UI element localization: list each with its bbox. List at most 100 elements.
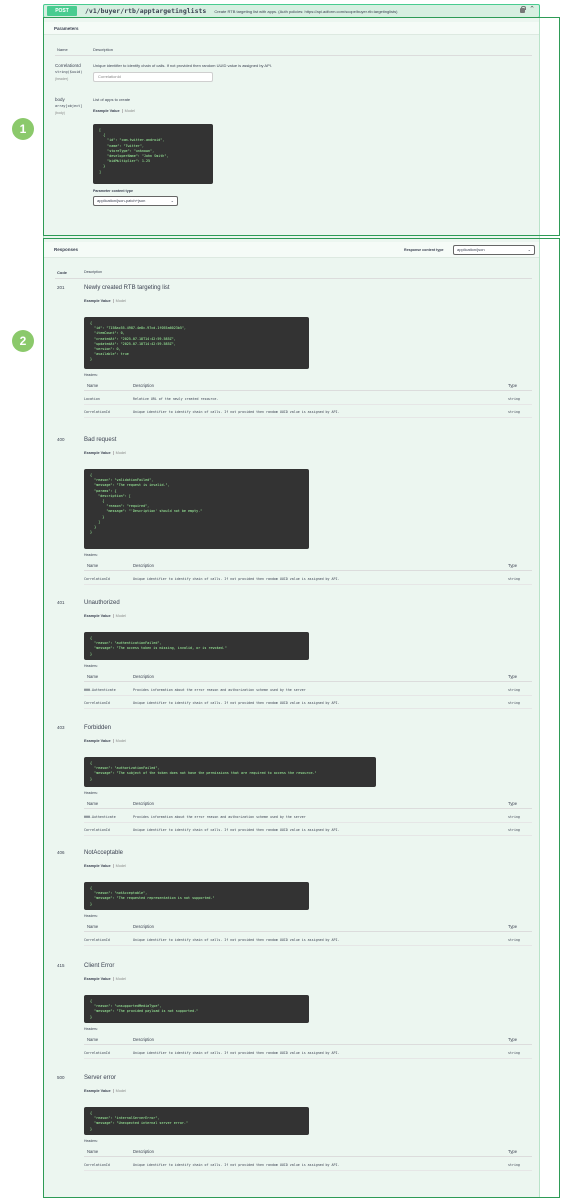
- header-description: Provides information about the error rea…: [133, 688, 306, 692]
- response-code: 406: [57, 850, 65, 855]
- response-example-code: { "reason": "authenticationFailed", "mes…: [84, 632, 309, 660]
- header-type: string: [508, 1051, 520, 1055]
- header-col-name: Name: [87, 563, 99, 568]
- param-name: body: [55, 97, 65, 102]
- example-tabs[interactable]: Example Value Model: [84, 299, 126, 303]
- model-tab[interactable]: Model: [112, 864, 126, 868]
- divider: [84, 835, 532, 836]
- example-tabs[interactable]: Example Value Model: [84, 864, 126, 868]
- example-value-tab[interactable]: Example Value: [84, 451, 111, 455]
- response-example-code: { "reason": "notAcceptable", "message": …: [84, 882, 309, 910]
- lock-icon[interactable]: [520, 6, 526, 13]
- model-tab[interactable]: Model: [112, 1089, 126, 1093]
- example-value-tab[interactable]: Example Value: [84, 614, 111, 618]
- operation-header[interactable]: POST /v1/buyer/rtb/apptargetinglists Cre…: [43, 4, 540, 18]
- example-tabs[interactable]: Example Value Model: [84, 451, 126, 455]
- header-type: string: [508, 410, 520, 414]
- response-example-code: { "id": "7158ac55-4987-4e8c-97cd-1f055a6…: [84, 317, 309, 369]
- divider: [84, 695, 532, 696]
- response-code: 500: [57, 1075, 65, 1080]
- chevron-up-icon[interactable]: ⌃: [529, 6, 535, 13]
- example-value-tab[interactable]: Example Value: [84, 739, 111, 743]
- param-description: Unique identifier to identify chain of c…: [93, 63, 272, 68]
- header-col-name: Name: [87, 1149, 99, 1154]
- param-content-type-label: Parameter content type: [93, 189, 133, 193]
- response-description: Server error: [84, 1075, 117, 1081]
- param-content-type-select[interactable]: application/json-patch+json ⌄: [93, 196, 178, 206]
- divider: [55, 278, 532, 279]
- header-description: Unique identifier to identify chain of c…: [133, 701, 340, 705]
- model-tab[interactable]: Model: [121, 109, 135, 113]
- param-type: string($uuid): [55, 70, 83, 74]
- header-name: Location: [84, 397, 100, 401]
- header-col-description: Description: [133, 924, 154, 929]
- headers-label: Headers:: [84, 553, 98, 557]
- parameters-header: Parameters: [44, 22, 539, 35]
- response-content-type-select[interactable]: application/json ⌄: [453, 245, 535, 255]
- header-col-description: Description: [133, 1149, 154, 1154]
- divider: [84, 570, 532, 571]
- header-col-description: Description: [133, 1037, 154, 1042]
- header-col-description: Description: [133, 383, 154, 388]
- param-in: (header): [55, 77, 69, 81]
- divider: [84, 417, 532, 418]
- responses-title: Responses: [54, 247, 79, 252]
- method-badge: POST: [47, 6, 77, 16]
- endpoint-summary: Create RTB targeting list with apps. (Au…: [214, 8, 398, 14]
- header-description: Unique identifier to identify chain of c…: [133, 410, 340, 414]
- response-description: Client Error: [84, 963, 115, 969]
- example-value-tab[interactable]: Example Value: [84, 864, 111, 868]
- response-example-code: { "reason": "authorizationFailed", "mess…: [84, 757, 376, 787]
- example-tabs[interactable]: Example Value Model: [93, 109, 135, 113]
- header-description: Provides information about the error rea…: [133, 815, 306, 819]
- header-type: string: [508, 828, 520, 832]
- header-col-type: Type: [508, 1037, 518, 1042]
- headers-label: Headers:: [84, 914, 98, 918]
- response-content-type-label: Response content type: [404, 248, 444, 252]
- header-name: CorrelationId: [84, 577, 110, 581]
- header-type: string: [508, 397, 520, 401]
- example-value-tab[interactable]: Example Value: [84, 299, 111, 303]
- example-tabs[interactable]: Example Value Model: [84, 614, 126, 618]
- model-tab[interactable]: Model: [112, 614, 126, 618]
- model-tab[interactable]: Model: [112, 451, 126, 455]
- example-value-tab[interactable]: Example Value: [84, 977, 111, 981]
- header-description: Unique identifier to identify chain of c…: [133, 1163, 340, 1167]
- response-code: 401: [57, 600, 65, 605]
- header-col-description: Description: [133, 674, 154, 679]
- header-description: Unique identifier to identify chain of c…: [133, 1051, 340, 1055]
- header-name: CorrelationId: [84, 828, 110, 832]
- example-value-tab[interactable]: Example Value: [84, 1089, 111, 1093]
- model-tab[interactable]: Model: [112, 299, 126, 303]
- header-name: CorrelationId: [84, 410, 110, 414]
- badge-2: 2: [12, 330, 34, 352]
- headers-label: Headers:: [84, 791, 98, 795]
- divider: [84, 584, 532, 585]
- headers-label: Headers:: [84, 1027, 98, 1031]
- param-in: (body): [55, 111, 65, 115]
- divider: [84, 404, 532, 405]
- divider: [84, 708, 532, 709]
- example-tabs[interactable]: Example Value Model: [84, 977, 126, 981]
- divider: [84, 1170, 532, 1171]
- example-tabs[interactable]: Example Value Model: [84, 1089, 126, 1093]
- header-col-type: Type: [508, 801, 518, 806]
- divider: [84, 1156, 532, 1157]
- divider: [84, 1044, 532, 1045]
- header-description: Relative URL of the newly created resour…: [133, 397, 219, 401]
- response-description: Unauthorized: [84, 600, 120, 606]
- header-col-name: Name: [87, 1037, 99, 1042]
- header-col-type: Type: [508, 674, 518, 679]
- header-name: CorrelationId: [84, 701, 110, 705]
- header-col-name: Name: [87, 383, 99, 388]
- correlation-id-input[interactable]: CorrelationId: [93, 72, 213, 82]
- example-value-tab[interactable]: Example Value: [93, 109, 120, 113]
- model-tab[interactable]: Model: [112, 977, 126, 981]
- header-description: Unique identifier to identify chain of c…: [133, 938, 340, 942]
- divider: [55, 55, 532, 56]
- model-tab[interactable]: Model: [112, 739, 126, 743]
- headers-label: Headers:: [84, 664, 98, 668]
- headers-label: Headers:: [84, 373, 98, 377]
- example-tabs[interactable]: Example Value Model: [84, 739, 126, 743]
- divider: [84, 931, 532, 932]
